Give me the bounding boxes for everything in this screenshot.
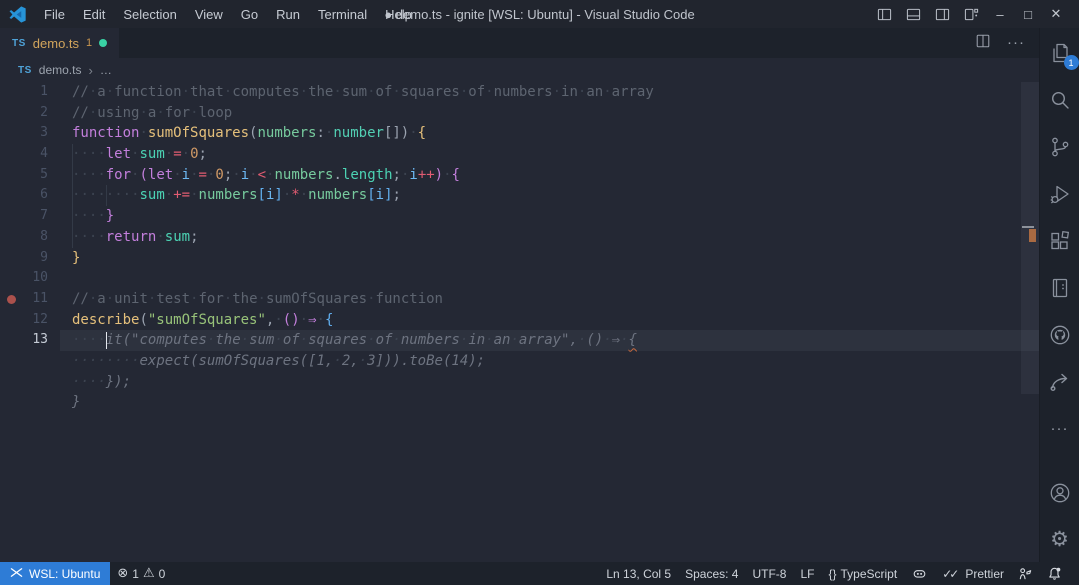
- tab-file-name: demo.ts: [32, 35, 80, 51]
- copilot-status-icon[interactable]: [904, 562, 935, 585]
- settings-gear-icon[interactable]: ⚙: [1047, 526, 1073, 552]
- menu-terminal[interactable]: Terminal: [309, 0, 376, 28]
- menu-bar: File Edit Selection View Go Run Terminal Help: [35, 0, 421, 28]
- code-line-3[interactable]: 3 function·sumOfSquares(numbers:·number[]…: [0, 123, 1039, 144]
- remote-icon: [10, 566, 23, 582]
- code-line-5[interactable]: 5 ····for·(let·i·=·0;·i·<·numbers.length;…: [0, 164, 1039, 186]
- explorer-icon[interactable]: 1: [1047, 40, 1079, 70]
- line-number[interactable]: 9: [20, 248, 48, 269]
- line-number[interactable]: 3: [20, 123, 48, 144]
- toggle-secondary-sidebar-icon[interactable]: [935, 7, 950, 22]
- menu-view[interactable]: View: [186, 0, 232, 28]
- code-line-6[interactable]: 6 ········sum·+=·numbers[i]·*·numbers[i];: [0, 185, 1039, 207]
- github-icon[interactable]: [1047, 322, 1073, 348]
- eol-sequence[interactable]: LF: [793, 562, 821, 585]
- ghost-code-line[interactable]: }: [0, 392, 1039, 413]
- line-number[interactable]: 7: [20, 206, 48, 227]
- menu-selection[interactable]: Selection: [114, 0, 185, 28]
- activity-bar: 1 ··· ⚙: [1039, 28, 1079, 562]
- close-button[interactable]: ✕: [1049, 6, 1063, 22]
- menu-edit[interactable]: Edit: [74, 0, 114, 28]
- line-number[interactable]: 13: [20, 330, 48, 351]
- overview-ruler-cursor-marker: [1022, 226, 1034, 228]
- breadcrumb-separator: ›: [88, 62, 93, 78]
- remote-explorer-icon[interactable]: [1047, 275, 1073, 301]
- tab-bar: TS demo.ts 1 ···: [0, 28, 1039, 58]
- ghost-code-line[interactable]: ········expect(sumOfSquares([1,·2,·3])).…: [0, 351, 1039, 372]
- line-number[interactable]: 4: [20, 144, 48, 165]
- error-icon: ⊗: [117, 566, 129, 581]
- braces-icon: {}: [828, 566, 837, 581]
- feedback-icon[interactable]: [1011, 562, 1040, 585]
- problems-indicator[interactable]: ⊗ 1 ⚠ 0: [110, 562, 172, 585]
- run-and-debug-icon[interactable]: [1047, 181, 1073, 207]
- title-bar: File Edit Selection View Go Run Terminal Help ●…: [0, 0, 1079, 28]
- code-line-10[interactable]: 10: [0, 268, 1039, 289]
- source-control-icon[interactable]: [1047, 134, 1073, 160]
- line-number[interactable]: 10: [20, 268, 48, 289]
- overview-ruler-error-marker: [1029, 229, 1036, 242]
- menu-file[interactable]: File: [35, 0, 74, 28]
- remote-indicator[interactable]: WSL: Ubuntu: [0, 562, 111, 585]
- code-editor[interactable]: 1//·a·function·that·computes·the·sum·of·…: [0, 82, 1039, 562]
- double-check-icon: ✓✓: [942, 566, 959, 581]
- code-line-4[interactable]: 4 ····let·sum·=·0;: [0, 144, 1039, 165]
- indentation[interactable]: Spaces: 4: [678, 562, 745, 585]
- split-editor-icon[interactable]: [975, 33, 991, 54]
- notifications-bell-icon[interactable]: [1040, 562, 1069, 585]
- customize-layout-icon[interactable]: [964, 7, 979, 22]
- line-number[interactable]: 2: [20, 103, 48, 124]
- menu-run[interactable]: Run: [267, 0, 309, 28]
- editor-scrollbar[interactable]: [1021, 82, 1039, 562]
- language-mode[interactable]: {} TypeScript: [821, 562, 904, 585]
- cursor-position[interactable]: Ln 13, Col 5: [599, 562, 678, 585]
- code-line-13[interactable]: 13 ····it("computes·the·sum·of·squares·of…: [0, 330, 1039, 351]
- line-number[interactable]: 8: [20, 227, 48, 248]
- tab-problem-count: 1: [86, 37, 93, 49]
- explorer-badge: 1: [1063, 55, 1079, 70]
- minimize-button[interactable]: –: [993, 7, 1007, 22]
- warning-icon: ⚠: [142, 566, 155, 581]
- additional-views-icon[interactable]: ···: [1047, 416, 1073, 442]
- code-line-9[interactable]: 9}: [0, 248, 1039, 269]
- code-line-8[interactable]: 8 ····return·sum;: [0, 226, 1039, 248]
- live-share-icon[interactable]: [1047, 369, 1073, 395]
- code-line-12[interactable]: 12 describe("sumOfSquares",·()·⇒·{: [0, 310, 1039, 331]
- extensions-icon[interactable]: [1047, 228, 1073, 254]
- line-number[interactable]: 5: [20, 165, 48, 186]
- ghost-code-line[interactable]: ····});: [0, 372, 1039, 393]
- search-icon[interactable]: [1047, 87, 1073, 113]
- accounts-icon[interactable]: [1047, 480, 1073, 506]
- line-number[interactable]: 6: [20, 185, 48, 206]
- text-cursor: [105, 332, 108, 349]
- vscode-window: File Edit Selection View Go Run Terminal Help ●…: [0, 0, 1079, 585]
- code-line-2[interactable]: 2//·using·a·for·loop: [0, 103, 1039, 124]
- status-bar: WSL: Ubuntu ⊗ 1 ⚠ 0 Ln 13, Col 5 Spaces:…: [0, 562, 1079, 585]
- code-line-7[interactable]: 7 ····}: [0, 206, 1039, 227]
- line-number[interactable]: 11: [20, 289, 48, 310]
- menu-go[interactable]: Go: [232, 0, 267, 28]
- code-line-1[interactable]: 1//·a·function·that·computes·the·sum·of·…: [0, 82, 1039, 103]
- toggle-panel-icon[interactable]: [906, 7, 921, 22]
- breadcrumb-file[interactable]: demo.ts: [39, 63, 82, 77]
- maximize-button[interactable]: □: [1021, 7, 1035, 22]
- formatter-status[interactable]: ✓✓ Prettier: [935, 562, 1011, 585]
- editor-more-actions-icon[interactable]: ···: [1007, 35, 1025, 50]
- breadcrumb-typescript-icon: TS: [18, 64, 32, 76]
- breadcrumb-symbol-more[interactable]: …: [100, 63, 112, 77]
- breakpoint-icon[interactable]: [7, 294, 16, 304]
- toggle-sidebar-icon[interactable]: [877, 7, 892, 22]
- typescript-file-icon: TS: [12, 37, 26, 49]
- line-number[interactable]: 1: [20, 82, 48, 103]
- breadcrumb: TS demo.ts › …: [0, 58, 1039, 82]
- tab-demo-ts[interactable]: TS demo.ts 1: [0, 28, 120, 58]
- vscode-logo-icon: [9, 5, 27, 23]
- code-line-11[interactable]: 11//·a·unit·test·for·the·sumOfSquares·fu…: [0, 289, 1039, 310]
- line-number[interactable]: 12: [20, 310, 48, 331]
- encoding[interactable]: UTF-8: [745, 562, 793, 585]
- modified-dot-icon[interactable]: [99, 39, 108, 47]
- window-title: ● demo.ts - ignite [WSL: Ubuntu] - Visua…: [384, 6, 695, 22]
